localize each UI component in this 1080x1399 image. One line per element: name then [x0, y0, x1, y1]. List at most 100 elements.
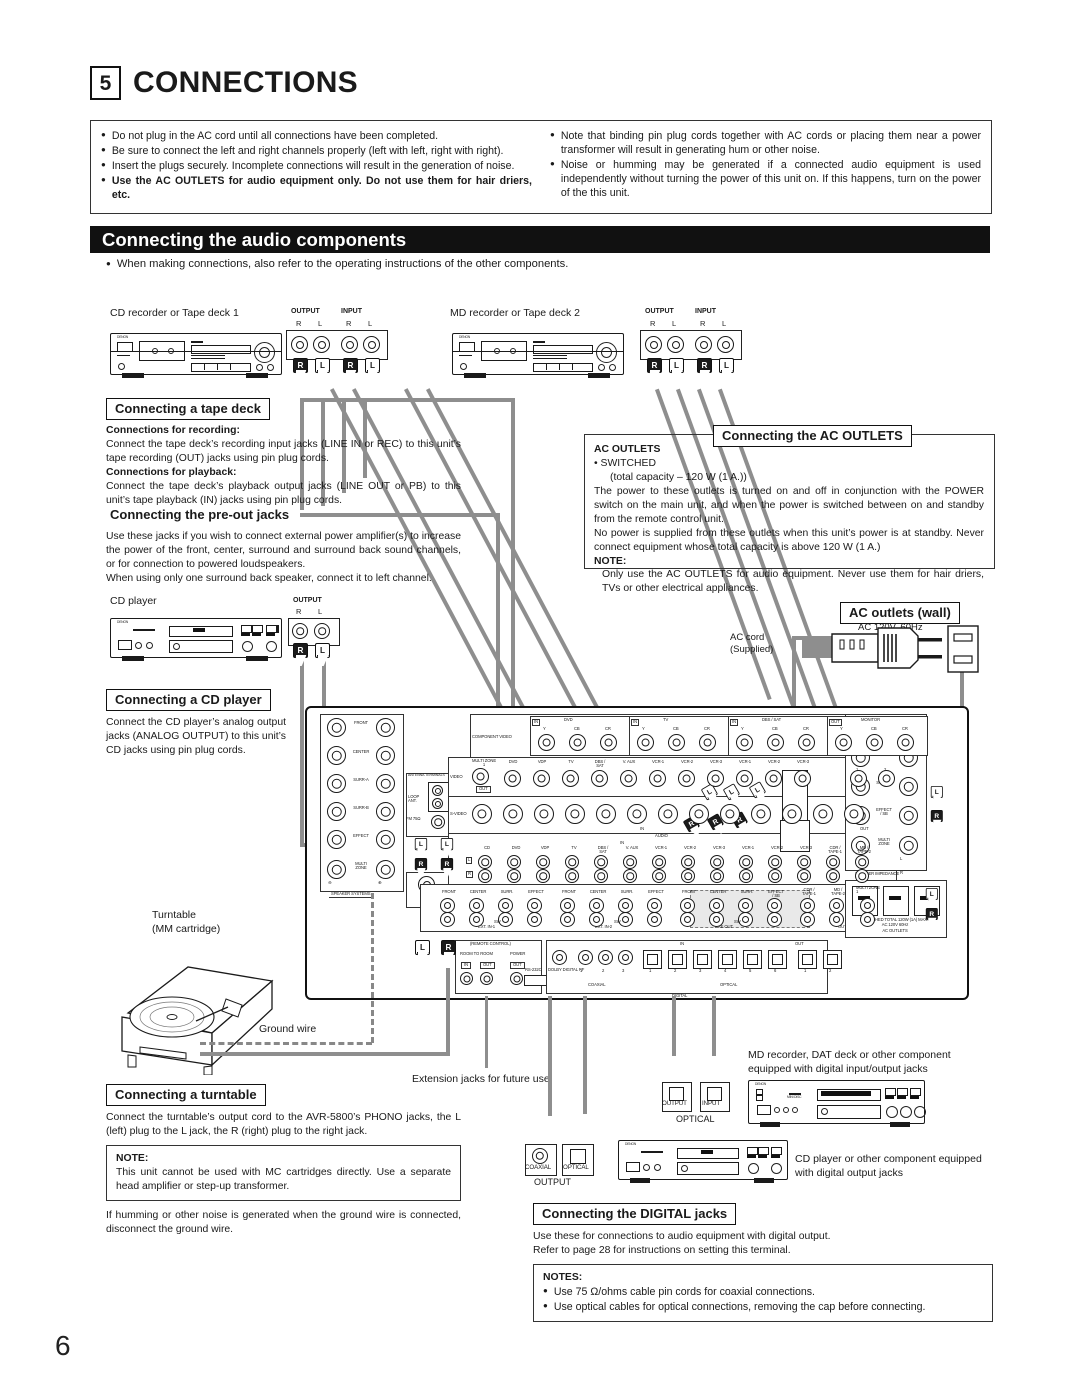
speaker-post[interactable] [327, 802, 346, 821]
video-jack[interactable] [504, 770, 521, 787]
speaker-post[interactable] [376, 802, 395, 821]
video-monitor-jack[interactable] [850, 770, 867, 787]
rca-jack[interactable] [695, 336, 712, 353]
component-video-jack[interactable] [699, 734, 716, 751]
pre-jack-l[interactable] [709, 898, 724, 913]
speaker-post[interactable] [327, 830, 346, 849]
video-jack[interactable] [533, 770, 550, 787]
component-video-jack[interactable] [767, 734, 784, 751]
coaxial-jack[interactable] [618, 950, 633, 965]
audio-jack-l[interactable] [652, 855, 666, 869]
pre-jack-r[interactable] [589, 912, 604, 927]
pre-jack-r[interactable] [469, 912, 484, 927]
audio-jack-r[interactable] [652, 869, 666, 883]
svideo-jack[interactable] [658, 804, 678, 824]
svideo-jack[interactable] [689, 804, 709, 824]
fm-coax-jack[interactable] [431, 815, 445, 829]
rec-jack-r[interactable] [800, 912, 815, 927]
audio-jack-r[interactable] [710, 869, 724, 883]
pre-jack-r[interactable] [440, 912, 455, 927]
audio-jack-r[interactable] [826, 869, 840, 883]
speaker-post[interactable] [899, 806, 918, 825]
pre-jack-r[interactable] [767, 912, 782, 927]
svideo-jack[interactable] [472, 804, 492, 824]
pre-jack-l[interactable] [560, 898, 575, 913]
audio-jack-l[interactable] [507, 855, 521, 869]
rca-jack[interactable] [667, 336, 684, 353]
audio-jack-r[interactable] [797, 869, 811, 883]
speaker-post[interactable] [376, 774, 395, 793]
component-video-jack[interactable] [637, 734, 654, 751]
rca-jack[interactable] [341, 336, 358, 353]
audio-jack-l[interactable] [594, 855, 608, 869]
video-jack[interactable] [649, 770, 666, 787]
rca-jack[interactable] [645, 336, 662, 353]
pre-jack-l[interactable] [618, 898, 633, 913]
audio-jack-r[interactable] [855, 869, 869, 883]
audio-jack-l[interactable] [768, 855, 782, 869]
pre-jack-l[interactable] [498, 898, 513, 913]
pre-jack-l[interactable] [469, 898, 484, 913]
video-jack[interactable] [736, 770, 753, 787]
component-video-jack[interactable] [600, 734, 617, 751]
component-video-jack[interactable] [538, 734, 555, 751]
multizone-jack-l[interactable] [860, 898, 875, 913]
speaker-post[interactable] [327, 774, 346, 793]
audio-jack-r[interactable] [681, 869, 695, 883]
svideo-jack[interactable] [565, 804, 585, 824]
video-jack[interactable] [562, 770, 579, 787]
audio-jack-r[interactable] [536, 869, 550, 883]
audio-jack-l[interactable] [623, 855, 637, 869]
ac-outlet-socket[interactable] [883, 886, 909, 916]
video-multizone-jack[interactable] [472, 768, 489, 785]
pre-jack-l[interactable] [767, 898, 782, 913]
rca-jack[interactable] [313, 336, 330, 353]
svideo-jack[interactable] [627, 804, 647, 824]
svideo-jack[interactable] [782, 804, 802, 824]
speaker-post[interactable] [899, 836, 918, 855]
speaker-post[interactable] [899, 777, 918, 796]
svideo-jack[interactable] [534, 804, 554, 824]
pre-jack-r[interactable] [647, 912, 662, 927]
svideo-jack[interactable] [844, 804, 864, 824]
component-video-jack[interactable] [835, 734, 852, 751]
audio-jack-l[interactable] [855, 855, 869, 869]
rca-jack[interactable] [717, 336, 734, 353]
video-jack[interactable] [794, 770, 811, 787]
speaker-post[interactable] [376, 718, 395, 737]
audio-jack-r[interactable] [478, 869, 492, 883]
pre-jack-l[interactable] [647, 898, 662, 913]
antenna-jack[interactable] [432, 785, 443, 796]
remote-jack[interactable] [460, 972, 473, 985]
pre-jack-r[interactable] [680, 912, 695, 927]
audio-jack-r[interactable] [739, 869, 753, 883]
svideo-jack[interactable] [751, 804, 771, 824]
coaxial-jack[interactable] [598, 950, 613, 965]
component-video-jack[interactable] [736, 734, 753, 751]
pre-jack-r[interactable] [560, 912, 575, 927]
audio-jack-l[interactable] [478, 855, 492, 869]
audio-jack-r[interactable] [594, 869, 608, 883]
pre-jack-l[interactable] [440, 898, 455, 913]
rca-jack[interactable] [292, 623, 308, 639]
rec-jack-l[interactable] [829, 898, 844, 913]
pre-jack-l[interactable] [589, 898, 604, 913]
antenna-jack[interactable] [432, 798, 443, 809]
dolby-rf-jack[interactable] [552, 950, 567, 965]
video-monitor-jack[interactable] [878, 770, 895, 787]
audio-jack-r[interactable] [507, 869, 521, 883]
component-video-jack[interactable] [798, 734, 815, 751]
rs232c-port[interactable] [524, 975, 548, 986]
speaker-post[interactable] [376, 746, 395, 765]
video-jack[interactable] [620, 770, 637, 787]
audio-jack-r[interactable] [623, 869, 637, 883]
video-jack[interactable] [765, 770, 782, 787]
audio-jack-l[interactable] [739, 855, 753, 869]
component-video-jack[interactable] [897, 734, 914, 751]
component-video-jack[interactable] [866, 734, 883, 751]
coaxial-jack[interactable] [578, 950, 593, 965]
rca-jack[interactable] [291, 336, 308, 353]
component-video-jack[interactable] [569, 734, 586, 751]
video-jack[interactable] [707, 770, 724, 787]
rec-jack-r[interactable] [829, 912, 844, 927]
